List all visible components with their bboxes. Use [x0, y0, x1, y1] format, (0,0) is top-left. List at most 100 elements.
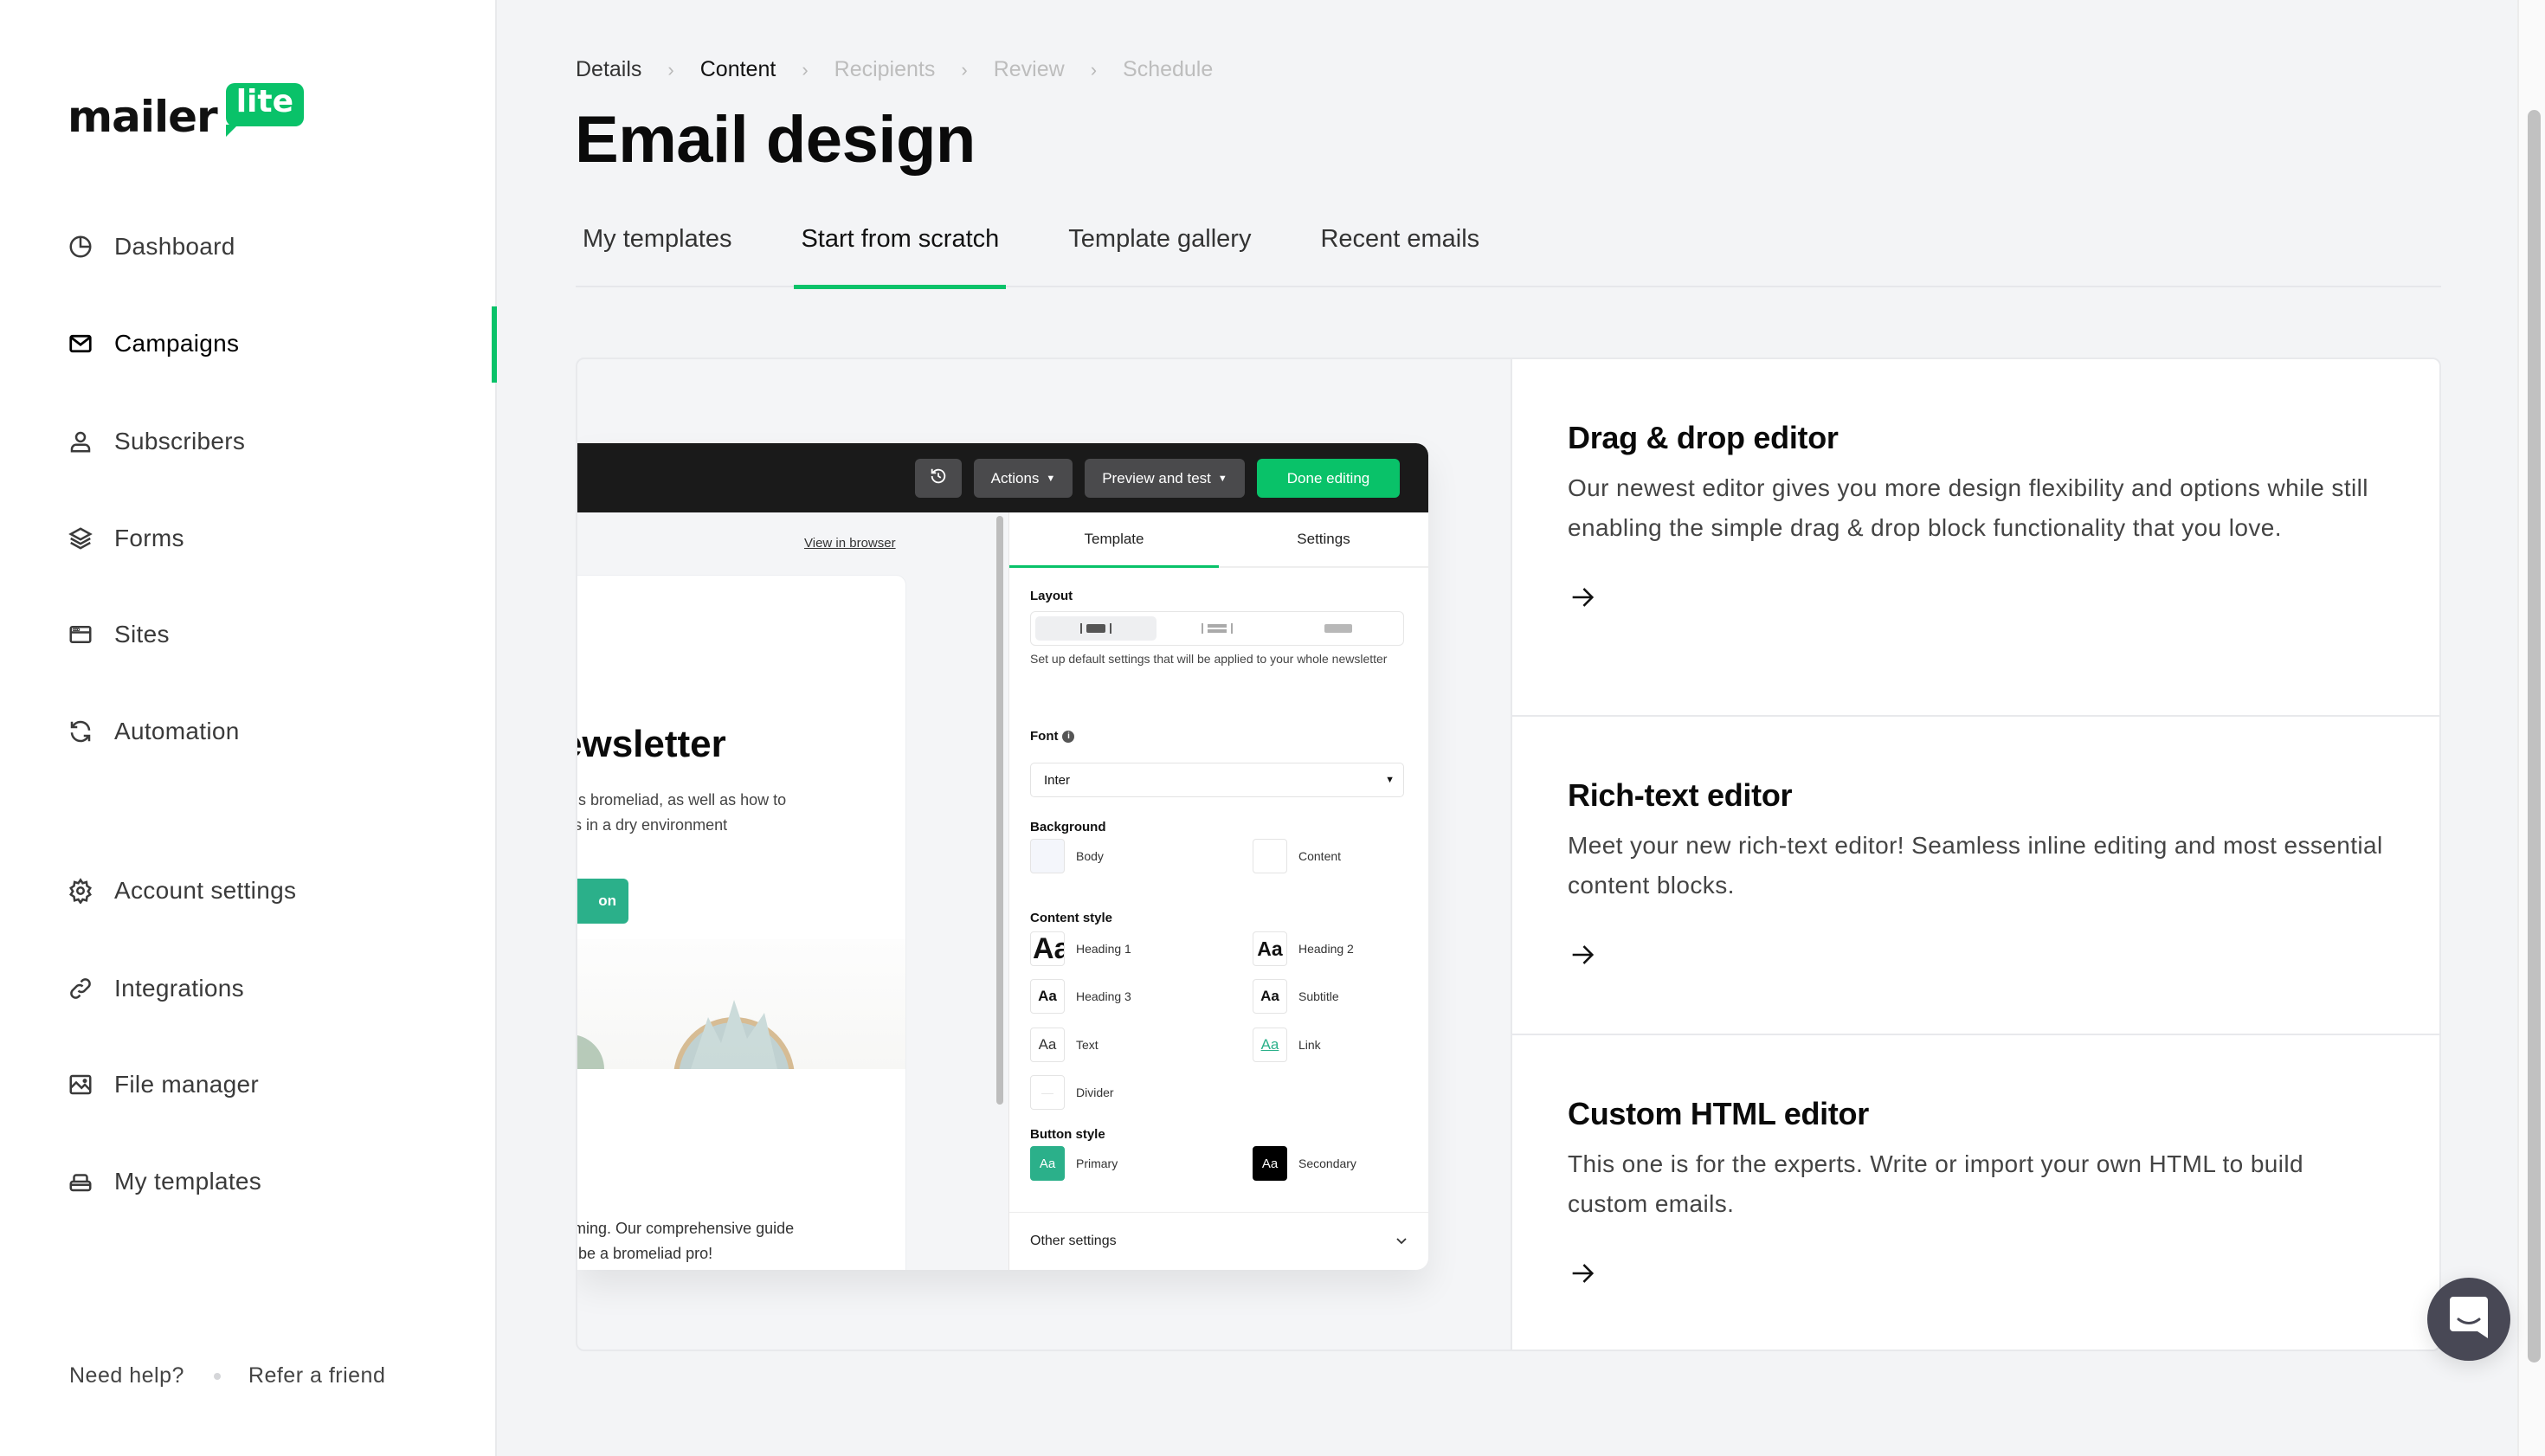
caret-down-icon: ▼ [1046, 473, 1056, 484]
font-select: Inter ▼ [1030, 763, 1404, 797]
view-in-browser-link: View in browser [804, 536, 896, 551]
layout-help-text: Set up default settings that will be app… [1030, 652, 1388, 666]
tab-template-gallery[interactable]: Template gallery [1061, 218, 1258, 287]
arrow-right-icon[interactable] [1568, 583, 1597, 612]
link-icon [68, 976, 93, 1002]
sidebar-item-label: Forms [114, 525, 184, 551]
arrow-right-icon[interactable] [1568, 940, 1597, 970]
sidebar-item-sites[interactable]: Sites [68, 613, 170, 656]
sidebar-item-integrations[interactable]: Integrations [68, 967, 244, 1010]
sidebar-item-label: Automation [114, 718, 240, 744]
sidebar-item-automation[interactable]: Automation [68, 710, 240, 753]
sidebar-item-label: Subscribers [114, 428, 246, 454]
content-style-row: Aa Heading 3 Aa Subtitle [1030, 979, 1428, 1014]
sidebar-item-label: Integrations [114, 975, 244, 1002]
breadcrumb-review: Review [993, 57, 1065, 81]
pie-chart-icon [68, 234, 93, 260]
option-title: Drag & drop editor [1568, 420, 1839, 455]
rich-text-editor-option[interactable]: Rich-text editor Meet your new rich-text… [1512, 715, 2439, 1034]
editor-choice-panel: Actions ▼ Preview and test ▼ Done editing … [576, 358, 2441, 1351]
content-style-label: Content style [1030, 911, 1113, 925]
drag-drop-editor-option[interactable]: Drag & drop editor Our newest editor giv… [1512, 359, 2439, 715]
separator-dot [213, 1372, 221, 1380]
logo-text-lite: lite [225, 83, 304, 137]
link-sample: Aa [1253, 1028, 1287, 1062]
font-label-row: Font i [1030, 729, 1075, 744]
active-indicator [492, 306, 497, 383]
actions-button: Actions ▼ [974, 459, 1073, 498]
link-label: Link [1298, 1038, 1321, 1052]
tab-my-templates[interactable]: My templates [576, 218, 738, 287]
sidebar-item-dashboard[interactable]: Dashboard [68, 225, 235, 268]
refresh-icon [68, 718, 93, 744]
background-label: Background [1030, 820, 1106, 834]
preview-and-test-button: Preview and test ▼ [1085, 459, 1245, 498]
heading3-sample: Aa [1030, 979, 1065, 1014]
breadcrumb-details[interactable]: Details [576, 57, 641, 82]
layers-icon [68, 525, 93, 551]
other-settings-row: Other settings [1009, 1212, 1428, 1270]
sidebar-item-label: Sites [114, 621, 170, 647]
chevron-right-icon: › [1090, 58, 1098, 81]
subtitle-label: Subtitle [1298, 989, 1339, 1003]
secondary-button-label: Secondary [1298, 1156, 1356, 1170]
divider-sample: — [1030, 1075, 1065, 1110]
history-icon [929, 467, 948, 490]
sidebar-item-my-templates[interactable]: My templates [68, 1160, 261, 1203]
content-color-swatch [1253, 839, 1287, 873]
image-icon [68, 1072, 93, 1098]
support-chat-button[interactable] [2427, 1278, 2510, 1361]
layout-label: Layout [1030, 589, 1073, 603]
done-editing-button: Done editing [1257, 459, 1400, 498]
sidebar-item-forms[interactable]: Forms [68, 517, 184, 560]
sidebar-item-label: My templates [114, 1168, 262, 1195]
option-description: Our newest editor gives you more design … [1568, 474, 2368, 541]
newsletter-cta-button: on [577, 879, 628, 924]
custom-html-editor-option[interactable]: Custom HTML editor This one is for the e… [1512, 1034, 2439, 1350]
layout-option-lines [1157, 616, 1278, 641]
sidebar-item-subscribers[interactable]: Subscribers [68, 420, 245, 463]
primary-button-sample: Aa [1030, 1146, 1065, 1181]
layout-picker [1030, 611, 1404, 646]
button-style-label: Button style [1030, 1127, 1105, 1142]
page-scrollbar[interactable] [2517, 0, 2545, 1456]
editor-settings-panel: Template Settings Layout Set up default … [1008, 512, 1428, 1270]
mailerlite-logo[interactable]: mailer lite [68, 69, 304, 139]
page-scrollbar-thumb[interactable] [2528, 110, 2541, 1363]
need-help-link[interactable]: Need help? [69, 1363, 184, 1388]
chevron-right-icon: › [961, 58, 968, 81]
envelope-icon [68, 331, 93, 357]
content-style-row: Aa Text Aa Link [1030, 1028, 1428, 1062]
layout-option-full [1278, 616, 1399, 641]
background-swatches: Body Content [1030, 839, 1428, 873]
actions-label: Actions [990, 469, 1040, 486]
sidebar-item-file-manager[interactable]: File manager [68, 1063, 259, 1106]
arrow-right-icon[interactable] [1568, 1259, 1597, 1288]
text-label: Text [1076, 1038, 1099, 1052]
editor-preview: Actions ▼ Preview and test ▼ Done editing … [577, 359, 1512, 1350]
heading2-sample: Aa [1253, 931, 1287, 966]
primary-button-label: Primary [1076, 1156, 1118, 1170]
divider-label: Divider [1076, 1086, 1114, 1099]
heading3-label: Heading 3 [1076, 989, 1131, 1003]
tab-recent-emails[interactable]: Recent emails [1313, 218, 1486, 287]
design-tabs: My templates Start from scratch Template… [576, 218, 2441, 289]
other-settings-label: Other settings [1030, 1234, 1117, 1248]
font-select-value: Inter [1044, 772, 1071, 788]
sidebar-item-label: Campaigns [114, 330, 240, 357]
breadcrumb-content[interactable]: Content [700, 57, 776, 82]
refer-friend-link[interactable]: Refer a friend [248, 1363, 385, 1388]
sidebar-item-campaigns[interactable]: Campaigns [68, 322, 239, 365]
done-editing-label: Done editing [1286, 469, 1370, 486]
tab-start-from-scratch[interactable]: Start from scratch [794, 218, 1007, 289]
newsletter-preview: ewsletter ngs bromeliad, as well as how … [577, 575, 906, 1270]
panel-tab-settings: Settings [1297, 531, 1350, 547]
option-description: This one is for the experts. Write or im… [1568, 1150, 2303, 1217]
user-icon [68, 428, 93, 454]
button-style-row: Aa Primary Aa Secondary [1030, 1146, 1428, 1181]
sidebar-item-account-settings[interactable]: Account settings [68, 869, 296, 912]
editor-mockup: Actions ▼ Preview and test ▼ Done editing … [577, 443, 1428, 1270]
gear-icon [68, 878, 93, 904]
heading2-label: Heading 2 [1298, 942, 1354, 956]
body-swatch-label: Body [1076, 849, 1104, 863]
